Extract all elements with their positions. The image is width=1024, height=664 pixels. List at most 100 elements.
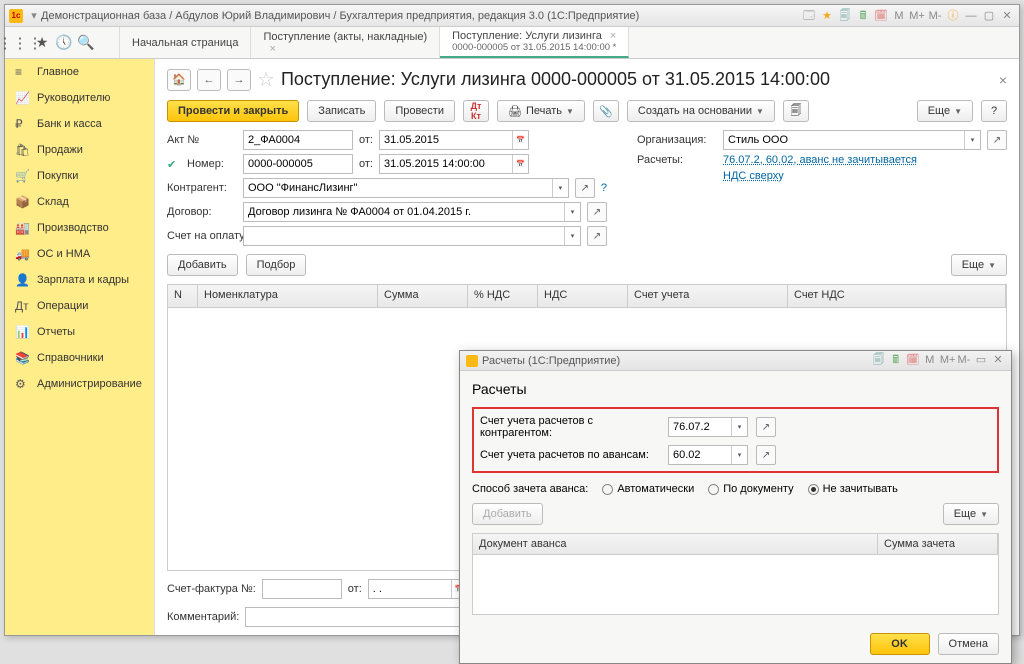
sf-date-input[interactable]: . .📅 (368, 579, 468, 599)
help-button[interactable]: ? (981, 100, 1007, 122)
calc-icon[interactable]: 🖩 (855, 9, 871, 23)
m-icon[interactable]: M (923, 354, 937, 366)
content-close-icon[interactable]: × (999, 72, 1007, 88)
modal-add-button[interactable]: Добавить (472, 503, 543, 525)
chevron-down-icon[interactable]: ▾ (564, 203, 580, 221)
calendar-icon[interactable]: 📅 (512, 131, 528, 149)
invoice-input[interactable]: ▾ (243, 226, 581, 246)
number-input[interactable]: 0000-000005 (243, 154, 353, 174)
home-button[interactable]: 🏠 (167, 69, 191, 91)
chevron-down-icon[interactable]: ▾ (564, 227, 580, 245)
act-no-input[interactable]: 2_ФА0004 (243, 130, 353, 150)
m-icon[interactable]: M (891, 9, 907, 23)
tab-close-icon[interactable]: × (610, 30, 616, 42)
cancel-button[interactable]: Отмена (938, 633, 999, 655)
forward-button[interactable]: → (227, 69, 251, 91)
create-based-button[interactable]: Создать на основании▼ (627, 100, 775, 122)
sidebar-item-reports[interactable]: 📊Отчеты (5, 319, 154, 345)
apps-icon[interactable]: ⋮⋮⋮ (11, 34, 29, 52)
minimize-icon[interactable]: — (963, 9, 979, 23)
advance-auto-radio[interactable]: Автоматически (602, 483, 694, 495)
back-button[interactable]: ← (197, 69, 221, 91)
search-icon[interactable]: 🔍 (77, 34, 95, 52)
dtkt-button[interactable]: ДтКт (463, 100, 489, 122)
acc1-input[interactable]: 76.07.2▾ (668, 417, 748, 437)
sidebar-item-purchases[interactable]: 🛒Покупки (5, 163, 154, 189)
contract-input[interactable]: Договор лизинга № ФА0004 от 01.04.2015 г… (243, 202, 581, 222)
counterparty-input[interactable]: ООО "ФинансЛизинг"▾ (243, 178, 569, 198)
col-item[interactable]: Номенклатура (198, 285, 378, 307)
favorite-star-icon[interactable]: ☆ (257, 67, 275, 92)
back-icon[interactable]: ▾ (27, 9, 41, 23)
select-button[interactable]: Подбор (246, 254, 307, 276)
col-offset-sum[interactable]: Сумма зачета (878, 534, 998, 554)
acc2-input[interactable]: 60.02▾ (668, 445, 748, 465)
chevron-down-icon[interactable]: ▾ (964, 131, 980, 149)
sidebar-item-warehouse[interactable]: 📦Склад (5, 189, 154, 215)
sidebar-item-assets[interactable]: 🚚ОС и НМА (5, 241, 154, 267)
info-icon[interactable]: ⓘ (945, 9, 961, 23)
col-vat-pct[interactable]: % НДС (468, 285, 538, 307)
mplus-icon[interactable]: M+ (940, 354, 954, 366)
sidebar-item-manager[interactable]: 📈Руководителю (5, 85, 154, 111)
post-close-button[interactable]: Провести и закрыть (167, 100, 299, 122)
history-icon[interactable]: 🕔 (55, 34, 73, 52)
sidebar-item-admin[interactable]: ⚙Администрирование (5, 371, 154, 397)
modal-more-button[interactable]: Еще▼ (943, 503, 999, 525)
open-button[interactable]: ↗ (587, 226, 607, 246)
clip-icon[interactable]: 🗐 (837, 9, 853, 23)
col-vat[interactable]: НДС (538, 285, 628, 307)
modal-table-body[interactable] (472, 555, 999, 615)
sidebar-item-salary[interactable]: 👤Зарплата и кадры (5, 267, 154, 293)
sidebar-item-production[interactable]: 🏭Производство (5, 215, 154, 241)
sidebar-item-sales[interactable]: 🛍Продажи (5, 137, 154, 163)
help-link[interactable]: ? (601, 182, 607, 194)
advance-doc-radio[interactable]: По документу (708, 483, 793, 495)
sidebar-item-main[interactable]: ≡Главное (5, 59, 154, 85)
org-input[interactable]: Стиль ООО▾ (723, 130, 981, 150)
add-row-button[interactable]: Добавить (167, 254, 238, 276)
col-n[interactable]: N (168, 285, 198, 307)
sf-number-input[interactable] (262, 579, 342, 599)
mminus-icon[interactable]: M- (927, 9, 943, 23)
tab-receipts[interactable]: Поступление (акты, накладные) × (251, 27, 440, 58)
tool-icon[interactable]: 🗔 (801, 9, 817, 23)
sidebar-item-bank[interactable]: ₽Банк и касса (5, 111, 154, 137)
table-more-button[interactable]: Еще▼ (951, 254, 1007, 276)
col-account[interactable]: Счет учета (628, 285, 788, 307)
attach-button[interactable]: 📎 (593, 100, 619, 122)
sidebar-item-operations[interactable]: ДтОперации (5, 293, 154, 319)
close-icon[interactable]: ✕ (999, 9, 1015, 23)
col-vat-account[interactable]: Счет НДС (788, 285, 1006, 307)
star-icon[interactable]: ★ (33, 34, 51, 52)
col-sum[interactable]: Сумма (378, 285, 468, 307)
act-date-input[interactable]: 31.05.2015📅 (379, 130, 529, 150)
tab-home[interactable]: Начальная страница (120, 27, 251, 58)
more-button[interactable]: Еще▼ (917, 100, 973, 122)
open-button[interactable]: ↗ (756, 445, 776, 465)
save-button[interactable]: Записать (307, 100, 376, 122)
maximize-icon[interactable]: ▢ (981, 9, 997, 23)
chevron-down-icon[interactable]: ▾ (552, 179, 568, 197)
open-button[interactable]: ↗ (987, 130, 1007, 150)
extra-button[interactable]: 🗐 (783, 100, 809, 122)
mminus-icon[interactable]: M- (957, 354, 971, 366)
tab-current-doc[interactable]: Поступление: Услуги лизинга × 0000-00000… (440, 27, 629, 58)
ok-button[interactable]: OK (870, 633, 930, 655)
sidebar-item-references[interactable]: 📚Справочники (5, 345, 154, 371)
number-date-input[interactable]: 31.05.2015 14:00:00📅 (379, 154, 529, 174)
modal-close-icon[interactable]: ✕ (991, 353, 1005, 366)
calendar-icon[interactable]: 📅 (512, 155, 528, 173)
calc-link[interactable]: 76.07.2, 60.02, аванс не зачитывается (723, 154, 917, 166)
cal-icon[interactable]: 🗓 (873, 9, 889, 23)
open-button[interactable]: ↗ (587, 202, 607, 222)
modal-minimize-icon[interactable]: ▭ (974, 353, 988, 366)
col-advance-doc[interactable]: Документ аванса (473, 534, 878, 554)
tool-icon[interactable]: 🗐 (872, 351, 886, 370)
chevron-down-icon[interactable]: ▾ (731, 418, 747, 436)
print-button[interactable]: 🖨Печать▼ (497, 100, 585, 122)
fav-icon[interactable]: ★ (819, 9, 835, 23)
post-button[interactable]: Провести (384, 100, 455, 122)
cal-icon[interactable]: 🗓 (906, 353, 920, 366)
tab-close-icon[interactable]: × (269, 43, 427, 55)
